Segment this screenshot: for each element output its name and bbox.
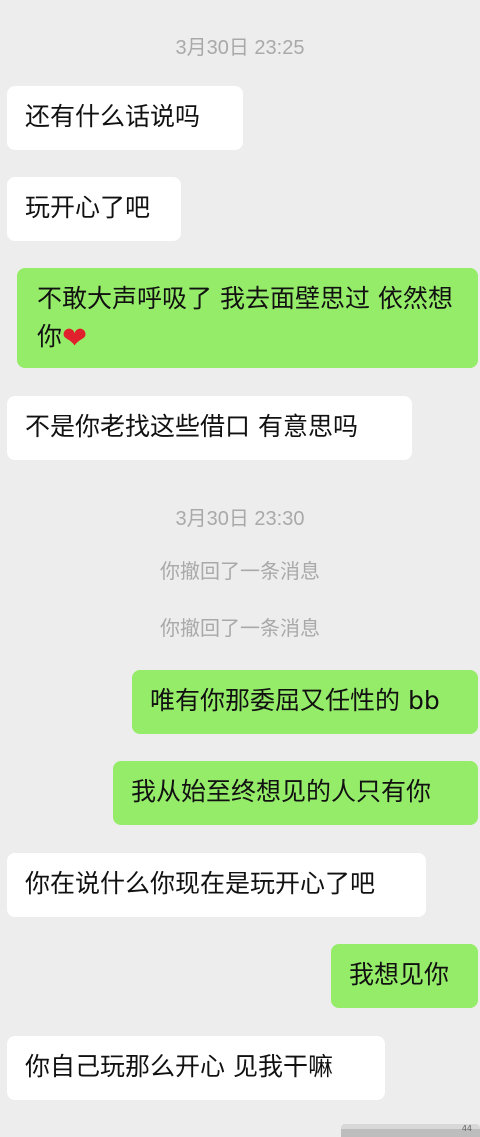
message-text: 我想见你 bbox=[349, 960, 450, 989]
message-text: 我从始至终想见的人只有你 bbox=[131, 777, 432, 806]
message-bubble-outgoing[interactable]: 我从始至终想见的人只有你 bbox=[113, 761, 478, 825]
message-bubble-incoming[interactable]: 玩开心了吧 bbox=[7, 177, 181, 241]
message-bubble-outgoing[interactable]: 我想见你 bbox=[331, 944, 478, 1008]
message-bubble-incoming[interactable]: 不是你老找这些借口 有意思吗 bbox=[7, 396, 412, 460]
message-text: 你在说什么你现在是玩开心了吧 bbox=[25, 869, 376, 898]
image-message-thumbnail[interactable]: 44 bbox=[341, 1124, 480, 1137]
message-text: 还有什么话说吗 bbox=[25, 102, 201, 131]
thumbnail-preview bbox=[341, 1129, 480, 1137]
recall-notice: 你撤回了一条消息 bbox=[160, 559, 320, 583]
timestamp: 3月30日 23:30 bbox=[175, 508, 305, 530]
message-bubble-outgoing[interactable]: 不敢大声呼吸了 我去面壁思过 依然想你❤ bbox=[17, 268, 478, 368]
thumbnail-label: 44 bbox=[461, 1124, 472, 1133]
message-bubble-incoming[interactable]: 还有什么话说吗 bbox=[7, 86, 243, 150]
message-text: 唯有你那委屈又任性的 bb bbox=[150, 686, 440, 715]
message-bubble-incoming[interactable]: 你在说什么你现在是玩开心了吧 bbox=[7, 853, 426, 917]
message-text: 你自己玩那么开心 见我干嘛 bbox=[25, 1052, 333, 1081]
message-bubble-outgoing[interactable]: 唯有你那委屈又任性的 bb bbox=[132, 670, 478, 734]
message-text: 玩开心了吧 bbox=[25, 193, 151, 222]
chat-view[interactable]: 3月30日 23:25 还有什么话说吗 玩开心了吧 不敢大声呼吸了 我去面壁思过… bbox=[0, 0, 480, 1137]
message-text: 不是你老找这些借口 有意思吗 bbox=[25, 412, 358, 441]
recall-notice: 你撤回了一条消息 bbox=[160, 616, 320, 640]
message-bubble-incoming[interactable]: 你自己玩那么开心 见我干嘛 bbox=[7, 1036, 385, 1100]
timestamp: 3月30日 23:25 bbox=[175, 37, 305, 59]
message-text: 不敢大声呼吸了 我去面壁思过 依然想你 bbox=[37, 284, 453, 351]
heart-emoji-icon: ❤ bbox=[62, 321, 88, 356]
